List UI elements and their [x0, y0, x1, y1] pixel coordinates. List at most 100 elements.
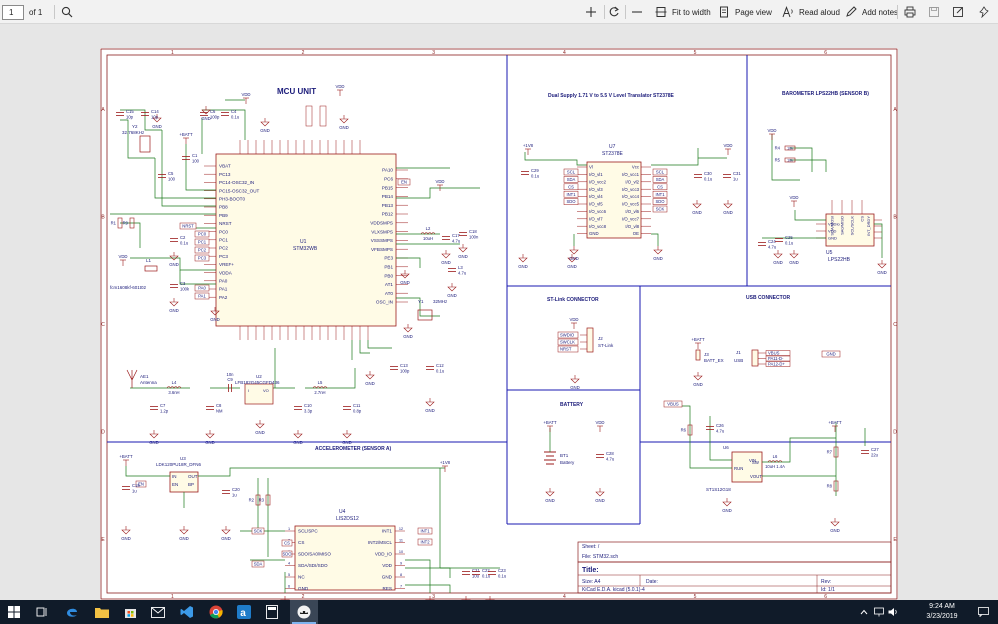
ground-symbol: [201, 109, 211, 115]
tray-chevron[interactable]: [860, 600, 868, 624]
passive-value: 10p: [126, 115, 134, 120]
page-view-button[interactable]: Page view: [718, 0, 772, 24]
net-label-text: VBUS: [667, 402, 679, 407]
u5-pin-label: CS: [860, 216, 865, 222]
u7-pin-label: I/O_vcc1: [622, 172, 640, 177]
u5-ref: U5: [826, 250, 833, 256]
power-rail-label: VDD: [569, 317, 578, 322]
u4-pin-label: SDO/SA0/MISO: [298, 552, 331, 557]
passive-value: 10uH: [423, 236, 433, 241]
task-view-button[interactable]: [31, 600, 53, 624]
mail-app[interactable]: [146, 600, 170, 624]
read-aloud-button[interactable]: Read aloud: [782, 0, 840, 24]
u1-pin-label: PC3: [219, 254, 228, 259]
passive-value: 100p: [210, 115, 220, 120]
ground-symbol: [260, 121, 270, 127]
y1-value: 32MHz: [433, 299, 448, 304]
u4-pin-label: NC: [298, 575, 305, 580]
u5-pin-label: SA0/MISO: [840, 216, 845, 235]
edge-app[interactable]: [60, 600, 84, 624]
ground-label: GND: [877, 270, 887, 275]
power-rail-label: VDD: [789, 195, 798, 200]
passive-value: 3.6nH: [168, 390, 179, 395]
ground-label: GND: [179, 536, 189, 541]
ground-symbol: [441, 253, 451, 259]
j2-ref: J2: [598, 336, 603, 341]
net-label-text: INT2: [420, 540, 430, 545]
passive-value: 4.7u: [458, 271, 467, 276]
arduino-app[interactable]: a: [232, 600, 256, 624]
j1-pin-label: PA12-D+: [768, 362, 785, 367]
passive-ref: C8: [216, 403, 222, 408]
j2-pin-label: SWCLK: [560, 340, 575, 345]
read-aloud-icon: [782, 6, 793, 18]
u1-pin-label: PC13: [219, 172, 231, 177]
u5-pin-label: INT_DRDY: [866, 216, 871, 236]
system-clock[interactable]: 9:24 AM 3/23/2019: [912, 602, 972, 622]
ground-label: GND: [221, 536, 231, 541]
start-button[interactable]: [0, 600, 28, 624]
u1-pin-label: PB12: [382, 212, 394, 217]
u4-pin-number: 6: [288, 585, 290, 589]
passive-value: 10p: [151, 115, 159, 120]
network-tray[interactable]: [874, 600, 884, 624]
u7-pin-label: I/O_vl7: [589, 216, 603, 221]
u1-pin-label: PB9: [219, 213, 228, 218]
u1-pin-label: VSSSMPS: [371, 238, 393, 243]
passive-value: 100p: [400, 369, 410, 374]
calculator-app[interactable]: [260, 600, 284, 624]
kicad-viewer-app-active[interactable]: [290, 600, 318, 624]
visual-studio-app[interactable]: [175, 600, 199, 624]
page-count-label: of 1: [29, 7, 43, 17]
edge-icon: [67, 608, 77, 617]
rotate-button[interactable]: [608, 0, 620, 24]
search-button[interactable]: [61, 0, 73, 24]
minus-button[interactable]: [631, 0, 643, 24]
passive-ref: C11: [353, 403, 361, 408]
zoom-in-button[interactable]: [585, 0, 597, 24]
u4-pin-label: INT2/MSCL: [368, 540, 392, 545]
ground-label: GND: [518, 264, 528, 269]
passive-ref: R6: [681, 428, 687, 433]
save-as-button[interactable]: [952, 0, 964, 24]
u1-pin-label: PA1: [219, 287, 228, 292]
u1-pin-label: OSC_IN: [376, 300, 393, 305]
u4-pin-label: GND: [382, 575, 393, 580]
u7-pin-label: I/O_vcc5: [622, 202, 640, 207]
passive-value: 0.1u: [180, 241, 189, 246]
passive-value: 10k: [787, 146, 793, 150]
passive-value: 4.7u: [606, 457, 615, 462]
svg-text:a: a: [240, 608, 246, 619]
page-number-input[interactable]: 1: [2, 5, 24, 20]
u7-pin-label: I/O_vcc8: [589, 224, 607, 229]
ground-label: GND: [458, 254, 468, 259]
tool-label: KiCad E.D.A. kicad (5.0.1)-4: [582, 587, 645, 593]
schematic-sheet[interactable]: 112233445566 AABBCCDDEE MCU UNIT Dual Su…: [100, 48, 898, 600]
column-number: 4: [563, 50, 566, 56]
file-explorer-app[interactable]: [90, 600, 114, 624]
more-options-button[interactable]: [978, 0, 990, 24]
u7-pin-label: I/O_vcc4: [622, 194, 640, 199]
passive-ref: C20: [232, 487, 240, 492]
chrome-app[interactable]: [204, 600, 228, 624]
power-rail-label: VDD: [595, 420, 604, 425]
passive-ref: C6: [210, 109, 216, 114]
u2-value: LFB182G45CGFD436: [235, 380, 280, 385]
passive-value: 10k: [787, 158, 793, 162]
volume-tray[interactable]: [888, 600, 898, 624]
print-button[interactable]: [904, 0, 916, 24]
save-icon: [929, 7, 939, 17]
passive-ref: R3: [259, 498, 265, 503]
column-number: 6: [824, 50, 827, 56]
ground-label: GND: [255, 430, 265, 435]
store-app[interactable]: [118, 600, 142, 624]
net-label-flag: [319, 105, 327, 127]
l1-ferrite: L1 fcm1608kf-601t02: [110, 258, 158, 290]
passive-value: 0.8p: [353, 409, 362, 414]
save-button[interactable]: [928, 0, 940, 24]
fit-to-width-button[interactable]: Fit to width: [655, 0, 711, 24]
notification-center[interactable]: [978, 600, 989, 624]
date-label: Date:: [646, 579, 658, 585]
add-notes-button[interactable]: Add notes: [845, 0, 898, 24]
net-label-text: PC3: [198, 256, 207, 261]
